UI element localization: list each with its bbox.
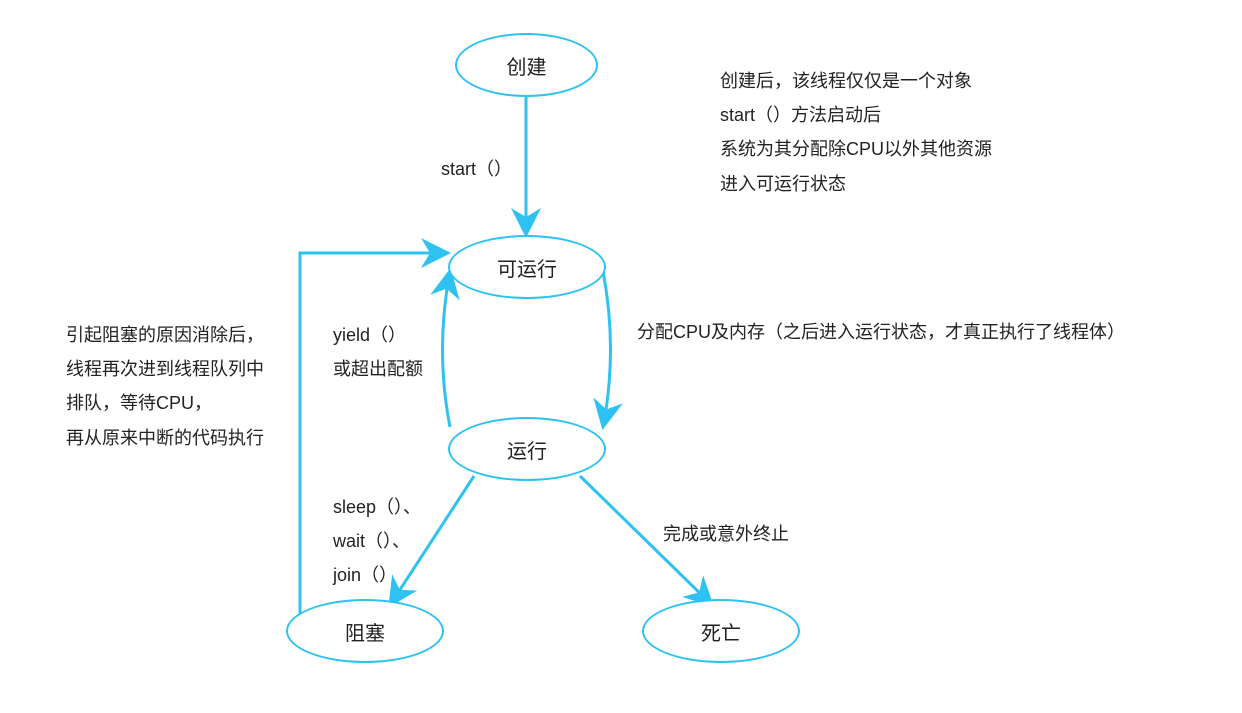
node-blocked: 阻塞 xyxy=(286,599,444,663)
edge-label-sleep-2: wait（）、 xyxy=(333,524,421,558)
note-top-4: 进入可运行状态 xyxy=(720,167,992,201)
edge-label-finish: 完成或意外终止 xyxy=(663,520,789,546)
thread-state-diagram: 创建 可运行 运行 阻塞 死亡 start（） yield（） 或超出配额 分配… xyxy=(0,0,1242,713)
note-left-2: 线程再次进到线程队列中 xyxy=(66,352,264,386)
node-running-label: 运行 xyxy=(507,435,547,464)
edge-label-yield-1: yield（） xyxy=(333,318,423,352)
edge-label-allocate: 分配CPU及内存（之后进入运行状态，才真正执行了线程体） xyxy=(637,318,1125,344)
edge-label-start: start（） xyxy=(441,155,512,181)
note-top-2: start（）方法启动后 xyxy=(720,98,992,132)
node-runnable-label: 可运行 xyxy=(497,253,557,282)
node-create-label: 创建 xyxy=(507,51,547,80)
note-top-1: 创建后，该线程仅仅是一个对象 xyxy=(720,64,992,98)
edge-label-yield-2: 或超出配额 xyxy=(333,352,423,386)
note-top-3: 系统为其分配除CPU以外其他资源 xyxy=(720,132,992,166)
node-create: 创建 xyxy=(455,33,598,97)
node-dead: 死亡 xyxy=(642,599,800,663)
edge-label-sleep-3: join（） xyxy=(333,558,421,592)
node-runnable: 可运行 xyxy=(448,235,606,299)
note-left-3: 排队，等待CPU， xyxy=(66,386,264,420)
node-running: 运行 xyxy=(448,417,606,481)
node-blocked-label: 阻塞 xyxy=(345,617,385,646)
node-dead-label: 死亡 xyxy=(701,617,741,646)
note-left-4: 再从原来中断的代码执行 xyxy=(66,421,264,455)
note-left-1: 引起阻塞的原因消除后， xyxy=(66,318,264,352)
edge-label-sleep-1: sleep（）、 xyxy=(333,490,421,524)
